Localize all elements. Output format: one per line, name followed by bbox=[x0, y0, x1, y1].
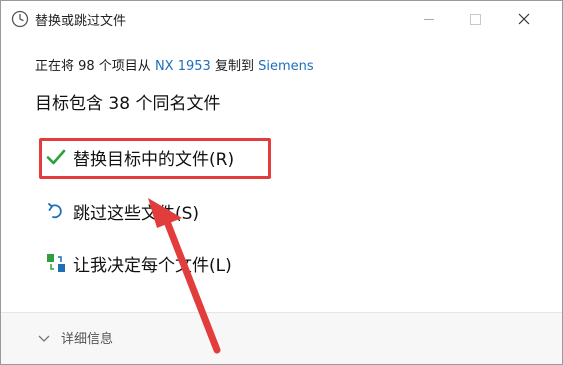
undo-icon bbox=[45, 200, 67, 222]
maximize-button[interactable] bbox=[452, 1, 498, 37]
destination-folder-link[interactable]: Siemens bbox=[258, 59, 314, 74]
conflict-heading: 目标包含 38 个同名文件 bbox=[35, 89, 220, 114]
close-button[interactable] bbox=[501, 1, 547, 37]
skip-files-option[interactable]: 跳过这些文件(S) bbox=[45, 196, 199, 226]
details-label: 详细信息 bbox=[61, 332, 114, 347]
skip-files-label: 跳过这些文件(S) bbox=[73, 203, 200, 224]
minimize-button[interactable] bbox=[406, 1, 452, 37]
status-prefix: 正在将 98 个项目从 bbox=[35, 59, 155, 74]
decide-each-file-option[interactable]: 让我决定每个文件(L) bbox=[45, 248, 232, 278]
more-details-toggle[interactable]: 详细信息 bbox=[37, 328, 113, 347]
maximize-icon bbox=[469, 13, 481, 25]
heading-prefix: 目标包含 bbox=[35, 94, 109, 114]
chevron-down-icon bbox=[37, 331, 51, 345]
decide-each-file-label: 让我决定每个文件(L) bbox=[73, 255, 232, 276]
compare-files-icon bbox=[45, 252, 67, 274]
source-folder-link[interactable]: NX 1953 bbox=[155, 59, 211, 74]
minimize-icon bbox=[424, 18, 434, 20]
conflict-count: 38 bbox=[108, 94, 131, 114]
status-middle: 复制到 bbox=[210, 59, 259, 74]
dialog-footer: 详细信息 bbox=[1, 313, 562, 364]
close-icon bbox=[518, 10, 530, 29]
title-bar: 替换或跳过文件 bbox=[1, 1, 562, 37]
copy-status-text: 正在将 98 个项目从 NX 1953 复制到 Siemens bbox=[35, 55, 314, 74]
highlight-box bbox=[39, 138, 271, 179]
heading-suffix: 个同名文件 bbox=[130, 94, 221, 114]
window-title: 替换或跳过文件 bbox=[35, 14, 127, 29]
clock-icon bbox=[11, 10, 29, 28]
replace-or-skip-dialog: 替换或跳过文件 正在将 98 个项目从 NX 1953 复制到 Siemens … bbox=[0, 0, 563, 365]
